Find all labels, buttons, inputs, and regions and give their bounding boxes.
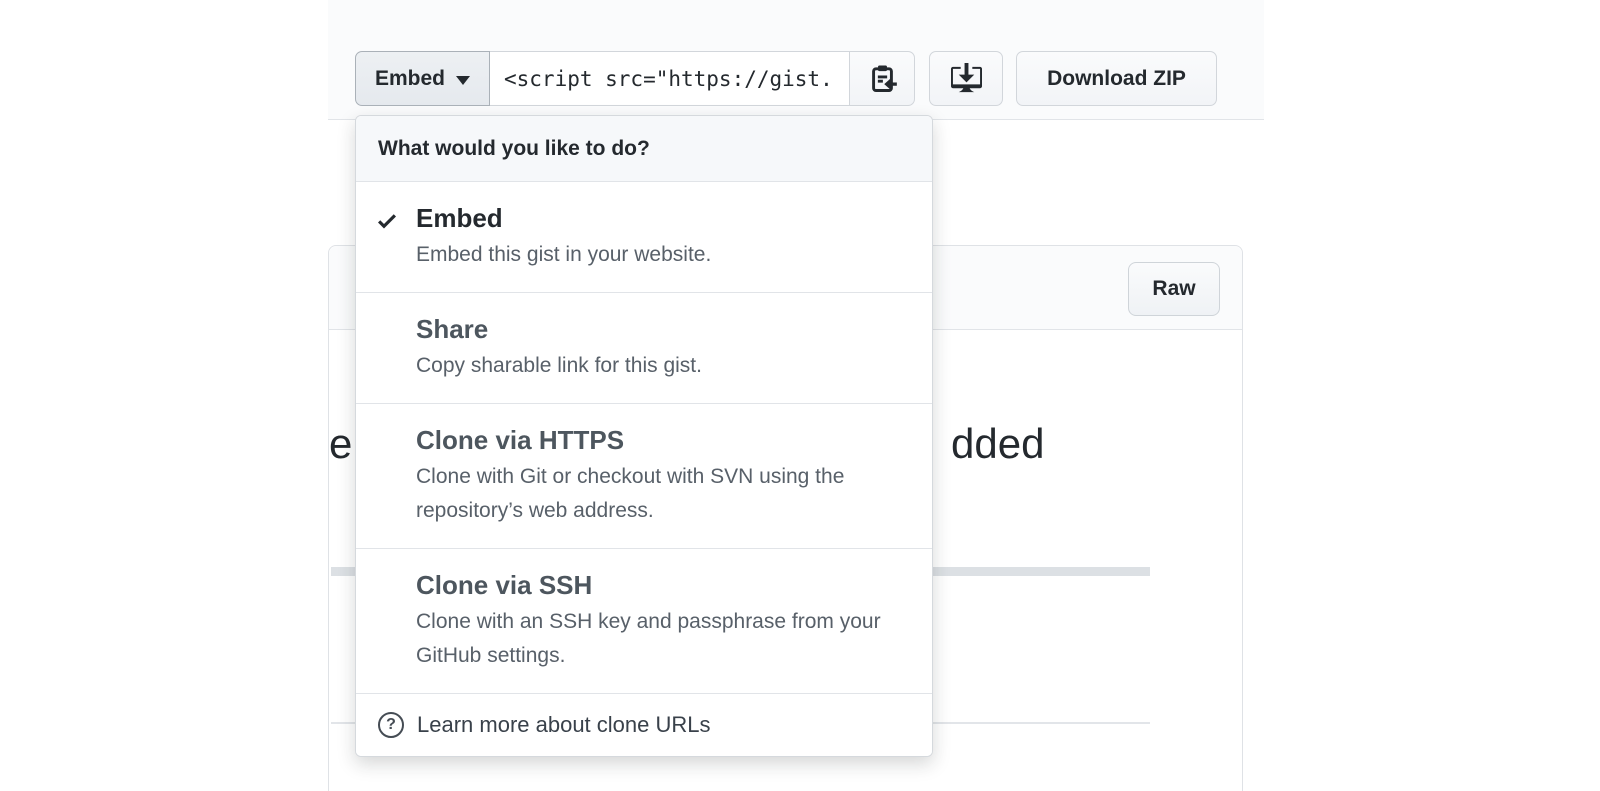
- question-circle-icon: [378, 712, 404, 738]
- desktop-download-icon: [951, 63, 982, 94]
- menu-item-title: Clone via SSH: [416, 569, 908, 601]
- clipboard-copy-icon: [867, 63, 898, 94]
- menu-item-clone-ssh[interactable]: Clone via SSH Clone with an SSH key and …: [356, 549, 932, 694]
- embed-dropdown-button[interactable]: Embed: [355, 51, 490, 106]
- copy-to-clipboard-button[interactable]: [849, 51, 915, 106]
- checkmark-icon: [375, 209, 399, 238]
- select-menu-header: What would you like to do?: [356, 116, 932, 182]
- embed-code-input[interactable]: [489, 51, 850, 106]
- menu-item-description: Copy sharable link for this gist.: [416, 349, 886, 383]
- menu-item-description: Clone with Git or checkout with SVN usin…: [416, 460, 886, 528]
- menu-item-clone-https[interactable]: Clone via HTTPS Clone with Git or checko…: [356, 404, 932, 549]
- raw-button-label: Raw: [1152, 277, 1195, 301]
- menu-item-share[interactable]: Share Copy sharable link for this gist.: [356, 293, 932, 404]
- caret-down-icon: [456, 76, 470, 85]
- download-gist-button[interactable]: [929, 51, 1003, 106]
- menu-item-description: Embed this gist in your website.: [416, 238, 886, 272]
- menu-item-description: Clone with an SSH key and passphrase fro…: [416, 605, 886, 673]
- menu-item-title: Clone via HTTPS: [416, 424, 908, 456]
- learn-more-label: Learn more about clone URLs: [417, 712, 711, 738]
- menu-item-title: Share: [416, 313, 908, 345]
- obscured-heading-fragment-left: e: [329, 423, 352, 465]
- download-zip-button[interactable]: Download ZIP: [1016, 51, 1217, 106]
- download-zip-button-label: Download ZIP: [1047, 67, 1186, 91]
- embed-dropdown-button-label: Embed: [375, 67, 445, 91]
- menu-item-embed[interactable]: Embed Embed this gist in your website.: [356, 182, 932, 293]
- learn-more-clone-urls-link[interactable]: Learn more about clone URLs: [356, 694, 932, 756]
- menu-item-title: Embed: [416, 202, 908, 234]
- embed-select-menu: What would you like to do? Embed Embed t…: [355, 115, 933, 757]
- raw-button[interactable]: Raw: [1128, 262, 1220, 316]
- obscured-heading-fragment-right: dded: [951, 423, 1044, 465]
